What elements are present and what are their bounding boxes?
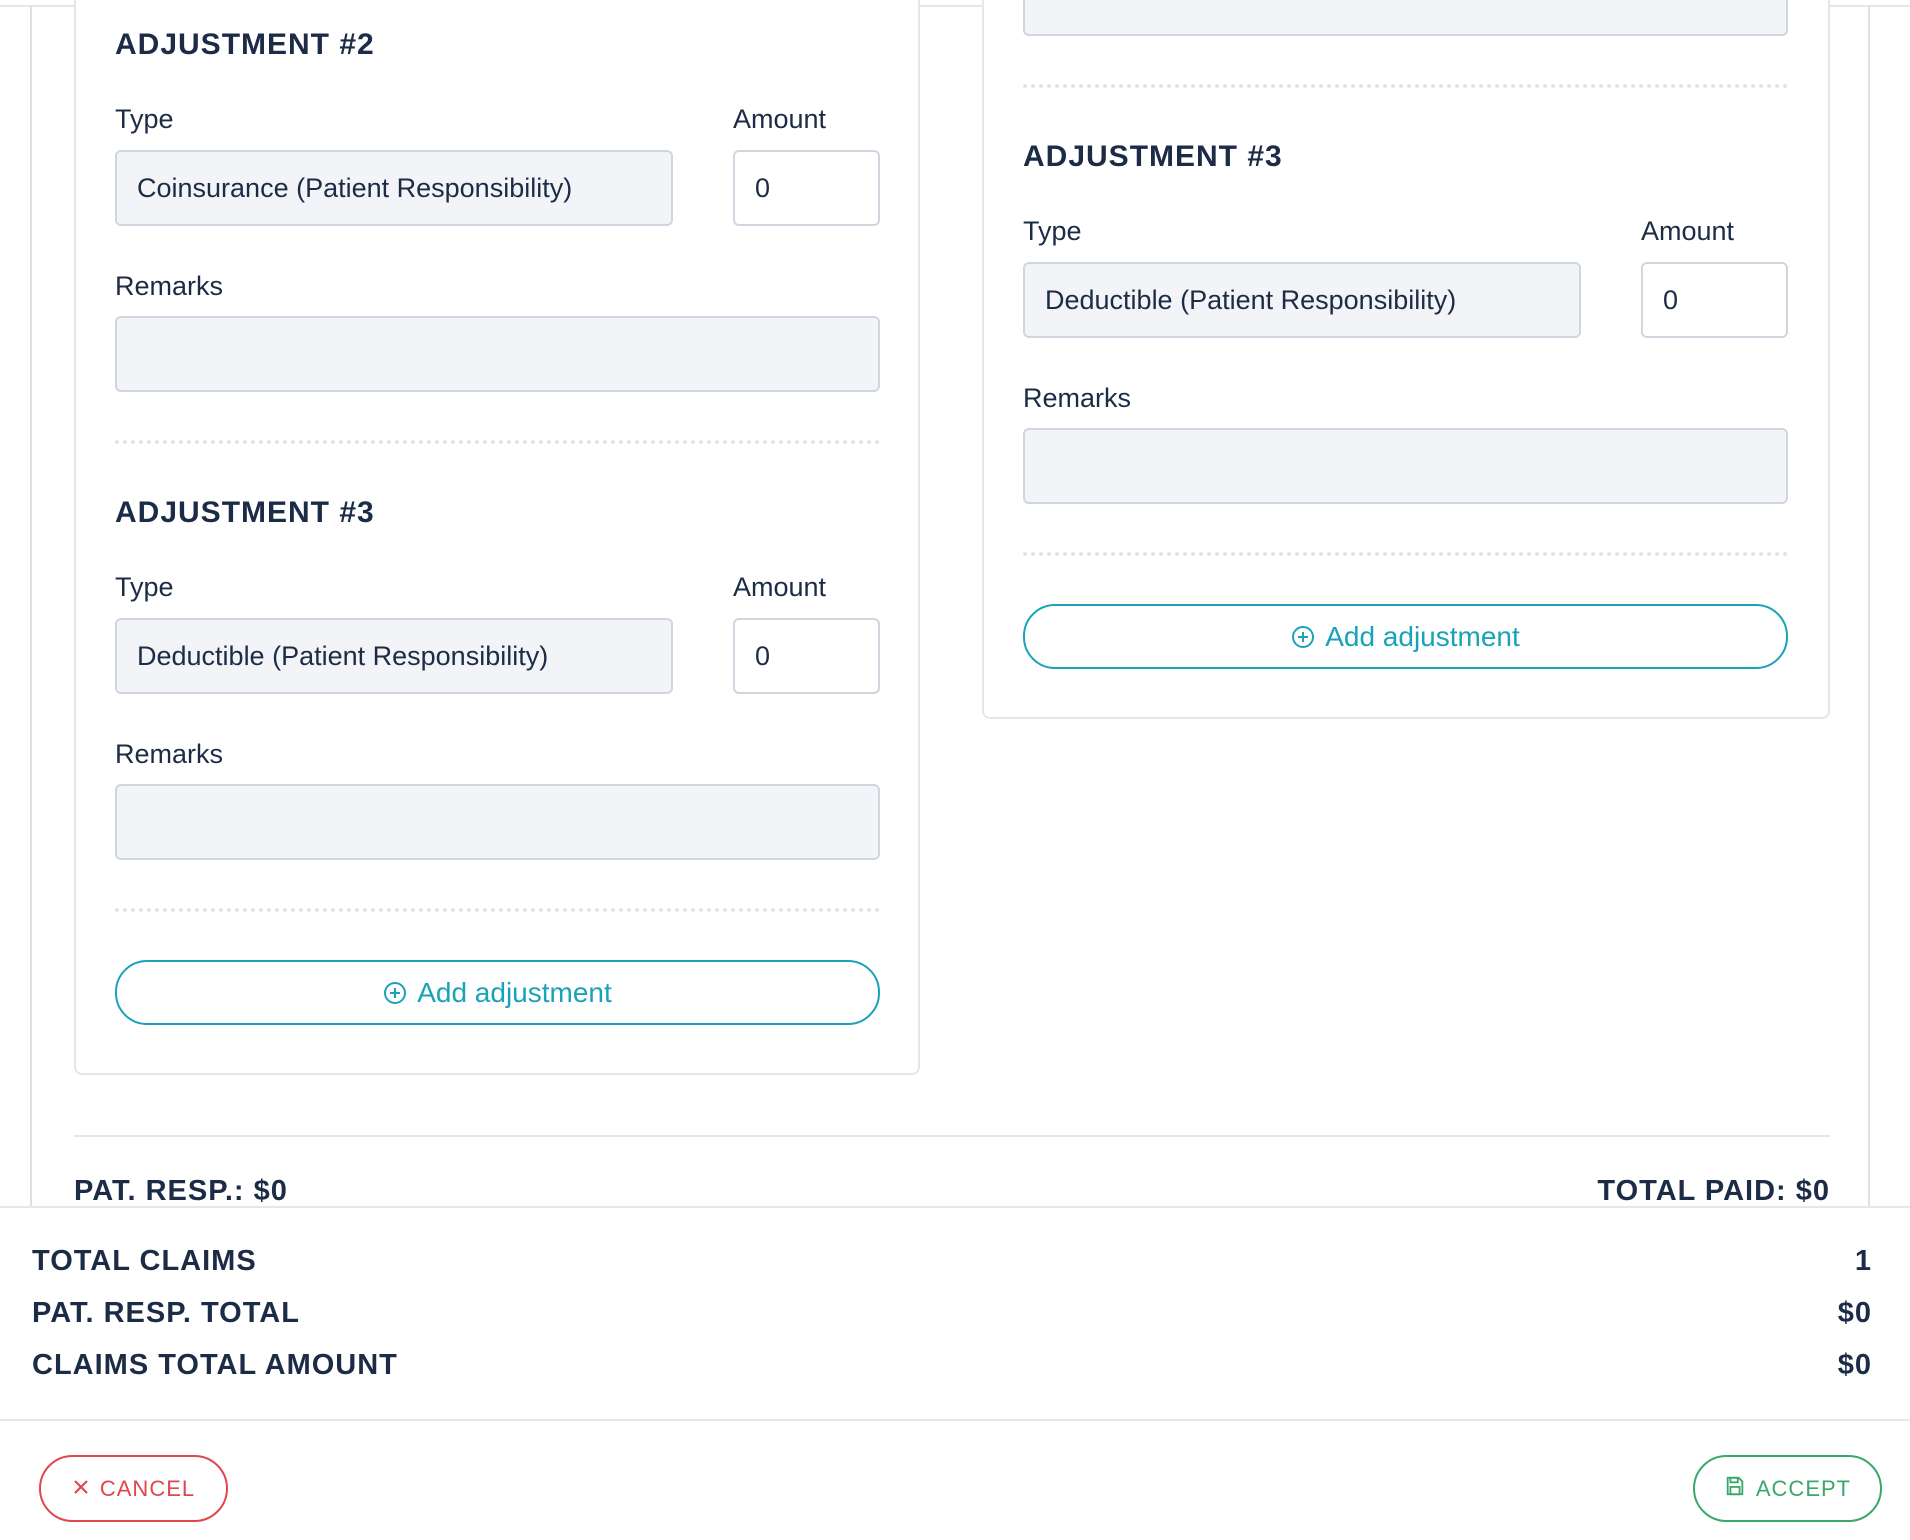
adjustment-divider bbox=[115, 440, 880, 444]
summary-top-divider bbox=[0, 1206, 1910, 1208]
add-adjustment-label: Add adjustment bbox=[417, 976, 612, 1008]
add-adjustment-button-left[interactable]: Add adjustment bbox=[115, 960, 880, 1025]
claims-total-amount-value: $0 bbox=[1837, 1349, 1872, 1381]
adjustment-3-remarks-input[interactable] bbox=[115, 784, 880, 860]
adjustment-3-amount-label-right: Amount bbox=[1641, 216, 1735, 246]
adjustment-3-amount-input[interactable]: 0 bbox=[733, 618, 880, 694]
adjustment-2-remarks-input-right[interactable] bbox=[1023, 0, 1788, 36]
adjustment-3-amount-label: Amount bbox=[733, 572, 827, 602]
total-paid-text: TOTAL PAID: $0 bbox=[1597, 1175, 1830, 1207]
pat-resp-text: PAT. RESP.: $0 bbox=[74, 1175, 288, 1207]
adjustment-3-type-select-right[interactable]: Deductible (Patient Responsibility) bbox=[1023, 262, 1581, 338]
add-adjustment-label: Add adjustment bbox=[1325, 620, 1520, 652]
adjustment-3-remarks-label-right: Remarks bbox=[1023, 383, 1132, 413]
adjustment-3-remarks-label: Remarks bbox=[115, 739, 224, 769]
plus-circle-icon bbox=[383, 981, 407, 1005]
adjustment-2-remarks-label: Remarks bbox=[115, 271, 224, 301]
total-claims-value: 1 bbox=[1854, 1245, 1872, 1277]
adjustment-3-heading-right: ADJUSTMENT #3 bbox=[1023, 140, 1283, 173]
adjustment-divider bbox=[1023, 84, 1788, 88]
adjustment-divider bbox=[115, 908, 880, 912]
cancel-label: CANCEL bbox=[99, 1475, 196, 1501]
adjustment-3-type-select[interactable]: Deductible (Patient Responsibility) bbox=[115, 618, 673, 694]
cancel-button[interactable]: CANCEL bbox=[39, 1455, 228, 1522]
adjustment-2-remarks-input[interactable] bbox=[115, 316, 880, 392]
adjustment-3-type-label: Type bbox=[115, 572, 174, 602]
save-icon bbox=[1724, 1475, 1746, 1503]
adjustment-3-heading: ADJUSTMENT #3 bbox=[115, 496, 375, 529]
adjustment-3-remarks-input-right[interactable] bbox=[1023, 428, 1788, 504]
adjustment-2-type-label: Type bbox=[115, 104, 174, 134]
pat-resp-total-value: $0 bbox=[1837, 1297, 1872, 1329]
claim-footer-divider bbox=[74, 1135, 1830, 1137]
total-claims-label: TOTAL CLAIMS bbox=[32, 1245, 257, 1277]
adjustment-2-type-select[interactable]: Coinsurance (Patient Responsibility) bbox=[115, 150, 673, 226]
adjustment-3-type-label-right: Type bbox=[1023, 216, 1082, 246]
pat-resp-total-label: PAT. RESP. TOTAL bbox=[32, 1297, 300, 1329]
adjustment-3-amount-input-right[interactable]: 0 bbox=[1641, 262, 1788, 338]
claim-panel-right-border bbox=[1868, 5, 1870, 1208]
accept-label: ACCEPT bbox=[1755, 1475, 1852, 1501]
add-adjustment-button-right[interactable]: Add adjustment bbox=[1023, 604, 1788, 669]
actions-top-divider bbox=[0, 1419, 1910, 1421]
adjustment-2-heading: ADJUSTMENT #2 bbox=[115, 28, 375, 61]
claims-total-amount-label: CLAIMS TOTAL AMOUNT bbox=[32, 1349, 398, 1381]
accept-button[interactable]: ACCEPT bbox=[1693, 1455, 1882, 1522]
adjustment-divider bbox=[1023, 552, 1788, 556]
plus-circle-icon bbox=[1291, 625, 1315, 649]
adjustment-2-amount-input[interactable]: 0 bbox=[733, 150, 880, 226]
close-icon bbox=[72, 1476, 90, 1502]
claim-panel-left-border bbox=[30, 5, 32, 1208]
adjustment-2-amount-label: Amount bbox=[733, 104, 827, 134]
